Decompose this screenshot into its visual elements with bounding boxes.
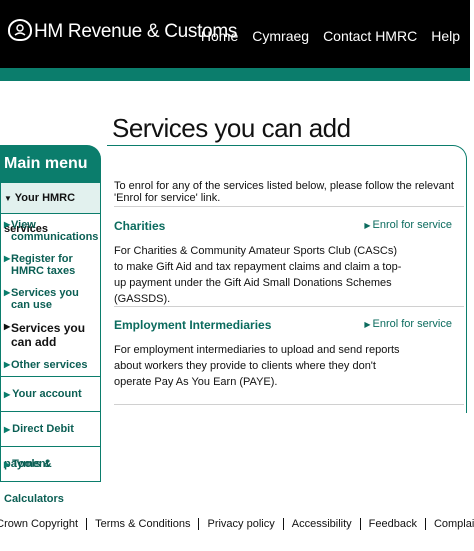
sidebar-item-view-communications[interactable]: ▶ View communications (1, 213, 100, 248)
triangle-right-icon: ▶ (4, 460, 11, 469)
nav-help-link[interactable]: Help (431, 28, 460, 44)
footer-privacy-link[interactable]: Privacy policy (198, 518, 282, 530)
sidebar-item-services-you-can-add[interactable]: ▶ Services you can add (1, 316, 100, 354)
site-footer: © Crown Copyright Terms & Conditions Pri… (0, 518, 474, 530)
site-header: HM Revenue & Customs Home Cymraeg Contac… (0, 0, 470, 68)
nav-cymraeg-link[interactable]: Cymraeg (252, 28, 309, 44)
sidebar-section: ▼ Your HMRC services ▶ View communicatio… (0, 183, 101, 377)
triangle-right-icon: ▶ (4, 254, 11, 263)
service-description: For Charities & Community Amateur Sports… (114, 245, 402, 305)
footer-copyright: © Crown Copyright (0, 518, 79, 530)
sidebar-item-your-hmrc-services[interactable]: ▼ Your HMRC services (1, 183, 100, 235)
triangle-right-icon: ▶ (364, 221, 371, 230)
divider (114, 306, 464, 307)
enrol-employment-intermediaries-link[interactable]: ▶ Enrol for service (364, 318, 452, 330)
enrol-link-label: Enrol for service (372, 219, 452, 231)
sidebar-item-register-taxes[interactable]: ▶ Register for HMRC taxes (1, 248, 100, 282)
triangle-right-icon: ▶ (4, 390, 11, 399)
triangle-right-icon: ▶ (4, 322, 11, 331)
sidebar-item-tools-calculators[interactable]: ▶ Tools & Calculators (0, 447, 101, 505)
page-title: Services you can add (112, 113, 351, 143)
sidebar-item-your-account[interactable]: ▶ Your account (0, 377, 101, 412)
sidebar-item-label: Register for HMRC taxes (11, 253, 76, 277)
sidebar-item-label: Your account (12, 388, 82, 400)
sidebar-item-label: Other services (11, 359, 88, 371)
footer-accessibility-link[interactable]: Accessibility (282, 518, 360, 530)
sidebar-item-label: View communications (11, 219, 99, 243)
divider (114, 404, 464, 405)
crest-logo-icon[interactable] (8, 19, 32, 41)
sidebar-item-label: Services you can add (11, 321, 86, 349)
triangle-right-icon: ▶ (364, 320, 371, 329)
main-menu-heading: Main menu (0, 145, 101, 183)
triangle-down-icon: ▼ (4, 194, 12, 203)
sidebar-item-other-services[interactable]: ▶ Other services (1, 354, 100, 376)
triangle-right-icon: ▶ (4, 220, 11, 229)
triangle-right-icon: ▶ (4, 425, 11, 434)
nav-contact-link[interactable]: Contact HMRC (323, 28, 417, 44)
enrol-link-label: Enrol for service (372, 318, 452, 330)
service-charities: Charities ▶ Enrol for service For Chariti… (114, 219, 464, 307)
intro-text: To enrol for any of the services listed … (114, 180, 454, 204)
sidebar-item-label: Tools & Calculators (4, 458, 64, 505)
sidebar-item-label: Services you can use (11, 287, 79, 311)
enrol-charities-link[interactable]: ▶ Enrol for service (364, 219, 452, 231)
triangle-right-icon: ▶ (4, 360, 11, 369)
sidebar-item-services-you-can-use[interactable]: ▶ Services you can use (1, 282, 100, 316)
service-description: For employment intermediaries to upload … (114, 344, 400, 388)
sidebar-item-direct-debit[interactable]: ▶ Direct Debit payment (0, 412, 101, 470)
footer-terms-link[interactable]: Terms & Conditions (86, 518, 198, 530)
footer-feedback-link[interactable]: Feedback (359, 518, 425, 530)
footer-complaints-link[interactable]: Complaints (424, 518, 474, 530)
header-accent-strip (0, 68, 470, 81)
divider (114, 206, 464, 207)
top-navigation: Home Cymraeg Contact HMRC Help (201, 28, 460, 44)
nav-home-link[interactable]: Home (201, 28, 238, 44)
triangle-right-icon: ▶ (4, 288, 11, 297)
sidebar-menu: Main menu ▼ Your HMRC services ▶ View co… (0, 145, 101, 505)
service-employment-intermediaries: Employment Intermediaries ▶ Enrol for ser… (114, 318, 464, 390)
